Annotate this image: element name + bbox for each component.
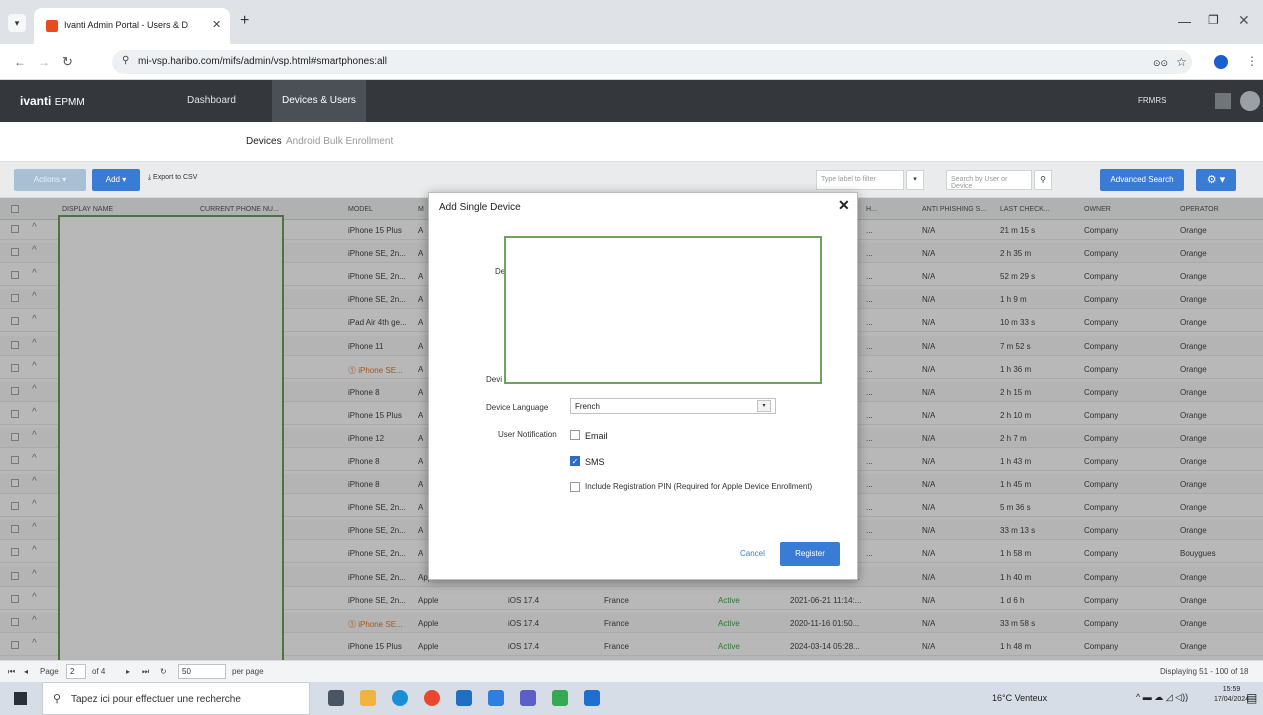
search-input[interactable]: Search by User or Device: [946, 170, 1032, 190]
advanced-search-button[interactable]: Advanced Search: [1100, 169, 1184, 191]
device-language-label: Device Language: [486, 403, 549, 412]
extension-icon[interactable]: ⊙⊙: [1153, 58, 1168, 69]
tab-search-icon[interactable]: ▾: [8, 14, 26, 32]
chevron-down-icon[interactable]: ▾: [757, 400, 771, 412]
page-count: of 4: [92, 667, 106, 676]
page-label: Page: [40, 667, 59, 676]
add-button[interactable]: Add ▾: [92, 169, 140, 191]
teams-icon[interactable]: [520, 690, 536, 706]
app-header: ivanti EPMM Dashboard Devices & Users FR…: [0, 80, 1263, 122]
registration-pin-label: Include Registration PIN (Required for A…: [585, 482, 813, 491]
search-icon[interactable]: ⚲: [1034, 170, 1052, 190]
task-view-icon[interactable]: [328, 690, 344, 706]
email-option-label: Email: [585, 431, 608, 441]
taskbar-search-text: Tapez ici pour effectuer une recherche: [71, 694, 241, 705]
system-tray-icon[interactable]: ^ ▬ ☁ ◿ ◁)): [1136, 692, 1188, 703]
nav-devices-users[interactable]: Devices & Users: [272, 80, 366, 122]
search-icon: ⚲: [53, 693, 62, 705]
actions-button[interactable]: Actions ▾: [14, 169, 86, 191]
chrome-icon[interactable]: [424, 690, 440, 706]
maximize-icon[interactable]: ❐: [1208, 13, 1219, 27]
user-menu-button[interactable]: [1215, 93, 1231, 109]
prev-page-icon[interactable]: ◂: [24, 667, 28, 676]
back-icon[interactable]: ←: [14, 55, 26, 69]
chevron-down-icon[interactable]: ▾: [906, 170, 924, 190]
redacted-area: [504, 236, 822, 384]
taskbar: ⚲ Tapez ici pour effectuer une recherche…: [0, 682, 1263, 715]
notifications-icon[interactable]: ▤: [1246, 691, 1257, 705]
label-filter-input[interactable]: Type label to filter: [816, 170, 904, 190]
close-icon[interactable]: ✕: [838, 197, 850, 214]
url-field[interactable]: ⚲ mi-vsp.haribo.com/mifs/admin/vsp.html#…: [112, 50, 1192, 74]
user-name[interactable]: FRMRS: [1138, 96, 1166, 105]
minimize-icon[interactable]: —: [1178, 14, 1191, 29]
registration-pin-checkbox[interactable]: [570, 482, 580, 492]
new-tab-icon[interactable]: +: [240, 12, 249, 30]
app-icon[interactable]: [584, 690, 600, 706]
first-page-icon[interactable]: ⏮: [8, 667, 15, 677]
nav-dashboard[interactable]: Dashboard: [187, 95, 236, 106]
screen: ▾ Ivanti Admin Portal - Users & D ✕ + — …: [0, 0, 1263, 715]
user-notification-label: User Notification: [498, 430, 557, 439]
page-size-select[interactable]: 50: [178, 664, 226, 679]
browser-tabstrip: ▾ Ivanti Admin Portal - Users & D ✕ + — …: [0, 0, 1263, 44]
displaying-count: Displaying 51 - 100 of 18: [1160, 667, 1249, 676]
tab-title: Ivanti Admin Portal - Users & D: [64, 20, 189, 30]
export-csv-link[interactable]: ⤓ Export to CSV: [148, 174, 197, 182]
reload-icon[interactable]: ↻: [62, 54, 73, 70]
page-number-input[interactable]: 2: [66, 664, 86, 679]
more-icon[interactable]: ⋮: [1246, 54, 1258, 68]
pagination-bar: ⏮ ◂ Page 2 of 4 ▸ ⏭ ↻ 50 per page Displa…: [0, 660, 1263, 682]
favicon-icon: [46, 20, 58, 32]
forward-icon[interactable]: →: [38, 55, 50, 69]
file-explorer-icon[interactable]: [360, 690, 376, 706]
tab-close-icon[interactable]: ✕: [212, 18, 221, 31]
tab-devices[interactable]: Devices: [246, 136, 282, 147]
outlook-icon[interactable]: [456, 690, 472, 706]
partial-label: Devi: [486, 375, 503, 384]
dialog-title: Add Single Device: [439, 202, 521, 213]
email-checkbox[interactable]: [570, 430, 580, 440]
add-device-dialog: Add Single Device ✕ De Devi Device Langu…: [428, 192, 858, 580]
register-button[interactable]: Register: [780, 542, 840, 566]
sms-checkbox[interactable]: ✓: [570, 456, 580, 466]
sms-option-label: SMS: [585, 457, 605, 467]
refresh-icon[interactable]: ↻: [160, 667, 167, 676]
browser-tab[interactable]: Ivanti Admin Portal - Users & D ✕: [34, 8, 230, 44]
logo: ivanti EPMM: [20, 94, 85, 108]
cancel-button[interactable]: Cancel: [740, 549, 765, 558]
tab-android-bulk-enrollment[interactable]: Android Bulk Enrollment: [286, 136, 393, 147]
last-page-icon[interactable]: ⏭: [142, 667, 149, 677]
profile-icon[interactable]: [1214, 55, 1228, 69]
app-icon[interactable]: [552, 690, 568, 706]
windows-start-icon[interactable]: [14, 692, 27, 705]
gear-icon[interactable]: ⚙ ▾: [1196, 169, 1236, 191]
next-page-icon[interactable]: ▸: [126, 667, 130, 676]
sub-navigation: Devices Android Bulk Enrollment: [0, 122, 1263, 162]
per-page-label: per page: [232, 667, 264, 676]
close-window-icon[interactable]: ✕: [1238, 12, 1250, 29]
device-language-select[interactable]: French: [570, 398, 776, 414]
weather-widget[interactable]: 16°C Venteux: [992, 693, 1047, 703]
app-icon[interactable]: [488, 690, 504, 706]
address-bar: ← → ↻ ⚲ mi-vsp.haribo.com/mifs/admin/vsp…: [0, 44, 1263, 80]
taskbar-search[interactable]: ⚲ Tapez ici pour effectuer une recherche: [42, 682, 310, 715]
site-info-icon[interactable]: ⚲: [122, 55, 129, 66]
clock[interactable]: 15:59 17/04/2024: [1214, 685, 1249, 705]
avatar[interactable]: [1240, 91, 1260, 111]
bookmark-star-icon[interactable]: ☆: [1176, 55, 1187, 69]
url-text: mi-vsp.haribo.com/mifs/admin/vsp.html#sm…: [138, 56, 387, 67]
edge-icon[interactable]: [392, 690, 408, 706]
